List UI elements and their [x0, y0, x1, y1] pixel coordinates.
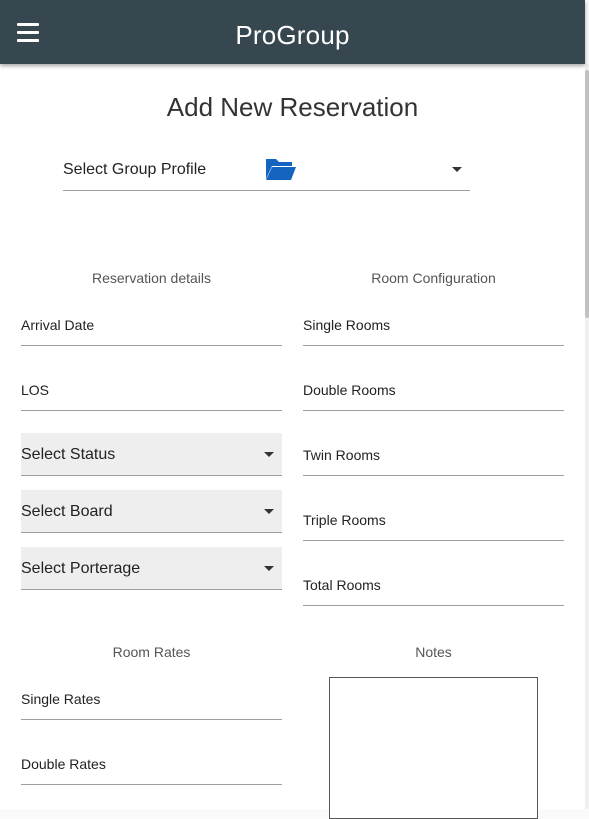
room-rates-heading: Room Rates [112, 644, 191, 660]
page-title: Add New Reservation [166, 92, 419, 122]
board-select-label: Select Board [21, 503, 113, 520]
twin-rooms-field[interactable]: Twin Rooms [303, 441, 564, 476]
single-rates-field[interactable]: Single Rates [21, 685, 282, 720]
app-header: ProGroup [0, 0, 585, 64]
app-title: ProGroup [235, 20, 350, 50]
single-rooms-field[interactable]: Single Rooms [303, 311, 564, 346]
status-select-label: Select Status [21, 446, 116, 463]
arrival-date-label: Arrival Date [21, 317, 95, 333]
group-profile-label: Select Group Profile [63, 161, 207, 178]
los-label: LOS [21, 382, 50, 398]
notes-textarea[interactable] [329, 677, 538, 819]
single-rates-label: Single Rates [21, 691, 101, 707]
notes-heading: Notes [415, 644, 452, 660]
reservation-details-heading: Reservation details [91, 270, 212, 286]
folder-open-icon[interactable] [265, 156, 297, 182]
status-select[interactable]: Select Status [21, 433, 282, 476]
total-rooms-field[interactable]: Total Rooms [303, 571, 564, 606]
twin-rooms-label: Twin Rooms [303, 447, 381, 463]
double-rooms-label: Double Rooms [303, 382, 396, 398]
los-field[interactable]: LOS [21, 376, 282, 411]
porterage-select[interactable]: Select Porterage [21, 547, 282, 590]
caret-down-icon [264, 452, 274, 457]
porterage-select-label: Select Porterage [21, 560, 141, 577]
double-rates-label: Double Rates [21, 756, 106, 772]
triple-rooms-field[interactable]: Triple Rooms [303, 506, 564, 541]
board-select[interactable]: Select Board [21, 490, 282, 533]
room-configuration-heading: Room Configuration [371, 270, 496, 286]
total-rooms-label: Total Rooms [303, 577, 381, 593]
double-rates-field[interactable]: Double Rates [21, 750, 282, 785]
group-profile-select[interactable]: Select Group Profile [63, 150, 470, 191]
caret-down-icon [264, 566, 274, 571]
caret-down-icon [452, 167, 462, 172]
arrival-date-field[interactable]: Arrival Date [21, 311, 282, 346]
caret-down-icon [264, 509, 274, 514]
double-rooms-field[interactable]: Double Rooms [303, 376, 564, 411]
scrollbar-thumb[interactable] [585, 70, 589, 318]
triple-rooms-label: Triple Rooms [303, 512, 386, 528]
single-rooms-label: Single Rooms [303, 317, 391, 333]
